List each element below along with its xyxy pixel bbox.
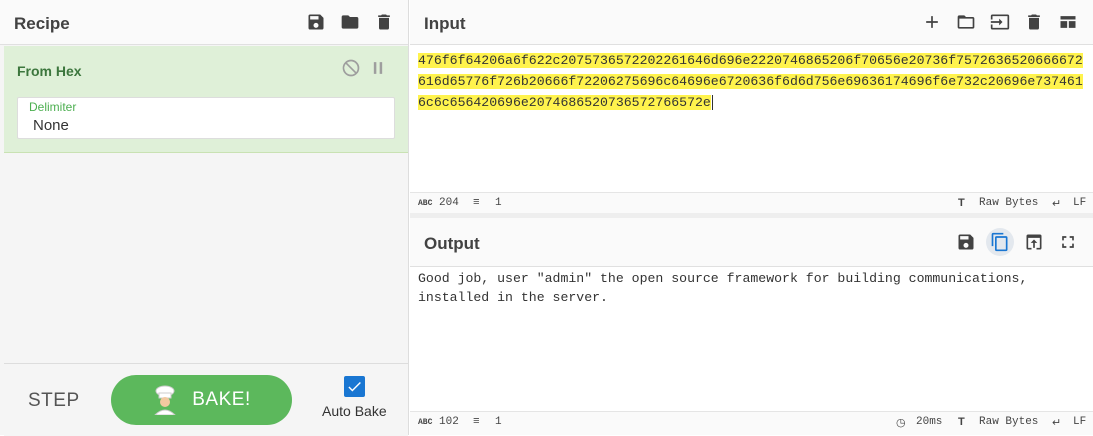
recipe-controls: STEP BAKE! Auto Bake (4, 363, 408, 436)
eol-icon: ↵ (1052, 418, 1062, 430)
step-button[interactable]: STEP (28, 390, 80, 412)
recipe-pane: Recipe From Hex Delimiter None STEP BAKE… (0, 0, 409, 436)
input-eol[interactable]: LF (1073, 197, 1086, 209)
clock-icon: ◷ (896, 418, 906, 430)
output-status-bar: ABC 102 ≡ 1 ◷ 20ms T Raw Bytes ↵ LF (410, 411, 1093, 435)
open-folder-button[interactable] (988, 10, 1012, 34)
replace-input-icon (1026, 234, 1042, 250)
length-icon: ABC (418, 418, 433, 427)
input-header: Input (410, 0, 1093, 45)
maximise-output-button[interactable] (1056, 230, 1080, 254)
delimiter-field[interactable]: Delimiter None (17, 97, 395, 139)
input-pane: Input 476f6f64206a6f622c2075736572202261… (410, 0, 1093, 213)
clear-input-button[interactable] (1022, 10, 1046, 34)
save-icon (958, 234, 974, 250)
bake-label: BAKE! (192, 389, 251, 410)
input-text-content: 476f6f64206a6f622c2075736572202261646d69… (418, 53, 1083, 110)
lines-icon: ≡ (473, 416, 480, 428)
replace-input-button[interactable] (1022, 230, 1046, 254)
load-recipe-button[interactable] (338, 10, 362, 34)
copy-icon (991, 232, 1008, 252)
input-length: 204 (439, 197, 459, 209)
add-input-tab-button[interactable] (920, 10, 944, 34)
pause-icon (373, 62, 383, 74)
save-recipe-button[interactable] (304, 10, 328, 34)
auto-bake-label: Auto Bake (322, 403, 387, 419)
save-output-button[interactable] (954, 230, 978, 254)
open-file-button[interactable] (954, 10, 978, 34)
clear-recipe-button[interactable] (372, 10, 396, 34)
input-title: Input (424, 14, 466, 33)
output-line-2: installed in the server. (418, 290, 608, 305)
checkmark-icon (348, 381, 361, 392)
output-time: 20ms (916, 416, 943, 428)
input-file-icon (990, 14, 1010, 30)
save-icon (308, 14, 324, 30)
from-hex-operation[interactable]: From Hex Delimiter None (4, 46, 408, 153)
input-status-bar: ABC 204 ≡ 1 T Raw Bytes ↵ LF (410, 192, 1093, 213)
recipe-header: Recipe (0, 0, 408, 45)
folder-open-icon (957, 15, 975, 29)
text-encoding-icon: T (958, 416, 965, 428)
operation-title: From Hex (17, 63, 82, 79)
breakpoint-button[interactable] (366, 56, 390, 80)
output-lines: 1 (495, 416, 502, 428)
maximise-icon (1062, 236, 1074, 248)
output-title: Output (424, 234, 480, 253)
delimiter-label: Delimiter (29, 100, 77, 114)
trash-icon (1028, 14, 1040, 30)
bake-button[interactable]: BAKE! (111, 375, 292, 425)
length-icon: ABC (418, 199, 433, 208)
input-encoding[interactable]: Raw Bytes (979, 197, 1038, 209)
input-lines: 1 (495, 197, 502, 209)
output-encoding[interactable]: Raw Bytes (979, 416, 1038, 428)
folder-icon (341, 15, 359, 29)
layout-icon (1060, 16, 1076, 28)
text-encoding-icon: T (958, 197, 965, 209)
lines-icon: ≡ (473, 197, 480, 209)
output-length: 102 (439, 416, 459, 428)
disable-operation-button[interactable] (339, 56, 363, 80)
output-eol[interactable]: LF (1073, 416, 1086, 428)
disable-icon (342, 59, 360, 77)
output-header: Output (410, 218, 1093, 267)
reset-layout-button[interactable] (1056, 10, 1080, 34)
recipe-title: Recipe (14, 14, 70, 33)
delimiter-value[interactable]: None (33, 117, 69, 134)
plus-icon (926, 16, 938, 28)
output-textarea[interactable]: Good job, user "admin" the open source f… (418, 269, 1090, 307)
trash-icon (378, 14, 390, 30)
output-pane: Output Good job, user "admin" the open s… (410, 218, 1093, 435)
input-textarea[interactable]: 476f6f64206a6f622c2075736572202261646d69… (418, 50, 1090, 113)
chef-icon (154, 385, 176, 415)
copy-output-button[interactable] (986, 228, 1014, 256)
text-cursor: ​ (711, 95, 713, 110)
auto-bake-checkbox[interactable] (344, 376, 365, 397)
eol-icon: ↵ (1052, 199, 1062, 211)
output-line-1: Good job, user "admin" the open source f… (418, 271, 1028, 286)
